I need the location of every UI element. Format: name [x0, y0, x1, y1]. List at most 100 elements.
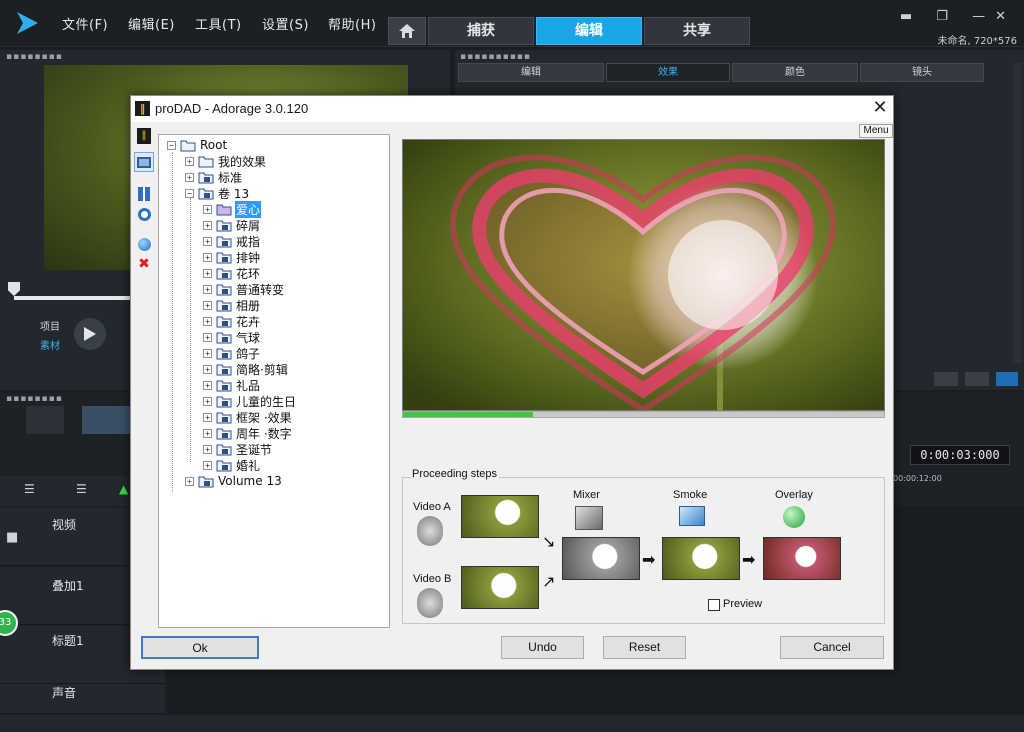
menu-edit[interactable]: 编辑(E): [128, 14, 175, 33]
marker-icon[interactable]: ▲: [119, 482, 128, 496]
effect-folder-icon: [216, 380, 232, 391]
film-reel-icon: [417, 516, 443, 546]
tab-edit[interactable]: 编辑: [536, 17, 642, 45]
expand-icon[interactable]: +: [203, 204, 212, 214]
prodad-logo-icon: ‖: [135, 101, 150, 116]
effect-folder-icon: [216, 300, 232, 311]
tree-node-item[interactable]: + 鸽子: [203, 345, 261, 361]
effect-folder-icon: [216, 332, 232, 343]
mixer-icon: [575, 506, 603, 530]
window-controls[interactable]: ▬ ❐ —✕: [900, 9, 1016, 24]
expand-icon[interactable]: +: [185, 156, 194, 166]
effect-folder-icon: [216, 348, 232, 359]
tree-node-item[interactable]: + 周年 ·数字: [203, 425, 293, 441]
tab-share[interactable]: 共享: [644, 17, 750, 45]
render-progress: [402, 411, 885, 418]
tree-node-root[interactable]: − Root: [167, 137, 228, 153]
subtab-effect[interactable]: 效果: [606, 63, 730, 82]
menu-help[interactable]: 帮助(H): [328, 14, 376, 33]
tree-node-my-effects[interactable]: + 我的效果: [185, 153, 267, 169]
adorage-logo-icon: ‖: [134, 126, 154, 146]
scrub-bar[interactable]: [14, 296, 134, 300]
play-button[interactable]: [74, 318, 106, 350]
ok-button[interactable]: Ok: [141, 636, 259, 659]
panel-grip: ▪▪▪▪▪▪▪▪: [6, 52, 63, 62]
view-list-button[interactable]: [934, 372, 958, 386]
effects-icon[interactable]: [134, 184, 154, 204]
delete-icon[interactable]: ✖: [134, 254, 154, 274]
add-track-icon[interactable]: ☰: [76, 482, 87, 496]
tree-node-item[interactable]: + 框架 ·效果: [203, 409, 293, 425]
collapse-icon[interactable]: −: [167, 140, 176, 150]
track-label: 视频: [52, 518, 77, 532]
tree-node-item[interactable]: + 戒指: [203, 233, 261, 249]
tree-node-love[interactable]: + 爱心: [203, 199, 263, 219]
reset-button[interactable]: Reset: [603, 636, 686, 659]
preview-monitor-icon[interactable]: [134, 152, 154, 172]
arrow-up-right-icon: ↗: [542, 572, 556, 591]
timeline-scrollbar[interactable]: [0, 716, 1024, 732]
tree-node-vol13-cn[interactable]: − 卷 13: [185, 185, 250, 201]
library-scrollbar[interactable]: [1013, 63, 1022, 363]
panel-grip: ▪▪▪▪▪▪▪▪: [6, 394, 63, 404]
smoke-label: Smoke: [673, 489, 708, 501]
effect-tree[interactable]: − Root + 我的效果 + 标准 − 卷 13 + 爱心 + 碎屑 + 戒指 +…: [158, 134, 390, 628]
menu-tools[interactable]: 工具(T): [195, 14, 242, 33]
tree-node-item[interactable]: + 气球: [203, 329, 261, 345]
overlay-thumbnail[interactable]: [763, 537, 841, 580]
edit-button[interactable]: [996, 372, 1018, 386]
track-manager-icon[interactable]: ☰: [24, 482, 35, 496]
timecode-display[interactable]: 0:00:03:000: [910, 445, 1010, 465]
effect-folder-icon: [216, 412, 232, 423]
clip-mode-label[interactable]: 素材: [40, 337, 60, 352]
cancel-button[interactable]: Cancel: [780, 636, 884, 659]
video-a-thumbnail[interactable]: [461, 495, 539, 538]
tree-node-item[interactable]: + 碎屑: [203, 217, 261, 233]
settings-gear-icon[interactable]: [134, 204, 154, 224]
tree-node-item[interactable]: + 排钟: [203, 249, 261, 265]
tree-node-item[interactable]: + 普通转变: [203, 281, 285, 297]
project-mode-label[interactable]: 项目: [40, 318, 60, 333]
effect-folder-icon: [216, 284, 232, 295]
tree-node-item[interactable]: + 圣诞节: [203, 441, 273, 457]
smoke-thumbnail[interactable]: [662, 537, 740, 580]
video-b-thumbnail[interactable]: [461, 566, 539, 609]
effect-folder-icon: [216, 444, 232, 455]
arrow-right-icon: ➡: [642, 550, 656, 569]
app-menubar: 文件(F) 编辑(E) 工具(T) 设置(S) 帮助(H) 捕获 编辑 共享 ▬…: [0, 0, 1024, 47]
effect-folder-icon: [216, 428, 232, 439]
home-button[interactable]: [388, 17, 426, 45]
tree-node-item[interactable]: + 简略·剪辑: [203, 361, 289, 377]
view-thumb-button[interactable]: [965, 372, 989, 386]
tree-node-item[interactable]: + 相册: [203, 297, 261, 313]
adorage-dialog: ‖ proDAD - Adorage 3.0.120 ✕ ‖ ✖ − Root: [130, 95, 894, 670]
tree-node-volume13[interactable]: + Volume 13: [185, 473, 283, 489]
tab-capture[interactable]: 捕获: [428, 17, 534, 45]
collapse-icon[interactable]: −: [185, 188, 194, 198]
tree-node-item[interactable]: + 婚礼: [203, 457, 261, 473]
video-track-icon: ■: [6, 530, 19, 545]
subtab-edit[interactable]: 编辑: [458, 63, 604, 82]
menu-button[interactable]: Menu: [859, 124, 893, 138]
mixer-thumbnail[interactable]: [562, 537, 640, 580]
undo-button[interactable]: Undo: [501, 636, 584, 659]
subtab-lens[interactable]: 镜头: [860, 63, 984, 82]
expand-icon[interactable]: +: [185, 476, 194, 486]
track-audio[interactable]: 声音: [0, 684, 165, 714]
globe-icon[interactable]: [134, 234, 154, 254]
preview-checkbox-label[interactable]: Preview: [723, 598, 762, 610]
menu-settings[interactable]: 设置(S): [262, 14, 309, 33]
tree-node-standard[interactable]: + 标准: [185, 169, 243, 185]
tree-node-item[interactable]: + 礼品: [203, 377, 261, 393]
menu-file[interactable]: 文件(F): [62, 14, 108, 33]
preview-checkbox[interactable]: [708, 599, 720, 611]
dialog-titlebar: ‖ proDAD - Adorage 3.0.120 ✕: [131, 96, 893, 122]
tree-node-item[interactable]: + 花环: [203, 265, 261, 281]
effect-folder-icon: [216, 204, 232, 215]
subtab-color[interactable]: 颜色: [732, 63, 858, 82]
tree-node-item[interactable]: + 儿童的生日: [203, 393, 297, 409]
storyboard-view-button[interactable]: [26, 406, 64, 434]
expand-icon[interactable]: +: [185, 172, 194, 182]
dialog-close-button[interactable]: ✕: [869, 98, 891, 120]
tree-node-item[interactable]: + 花卉: [203, 313, 261, 329]
